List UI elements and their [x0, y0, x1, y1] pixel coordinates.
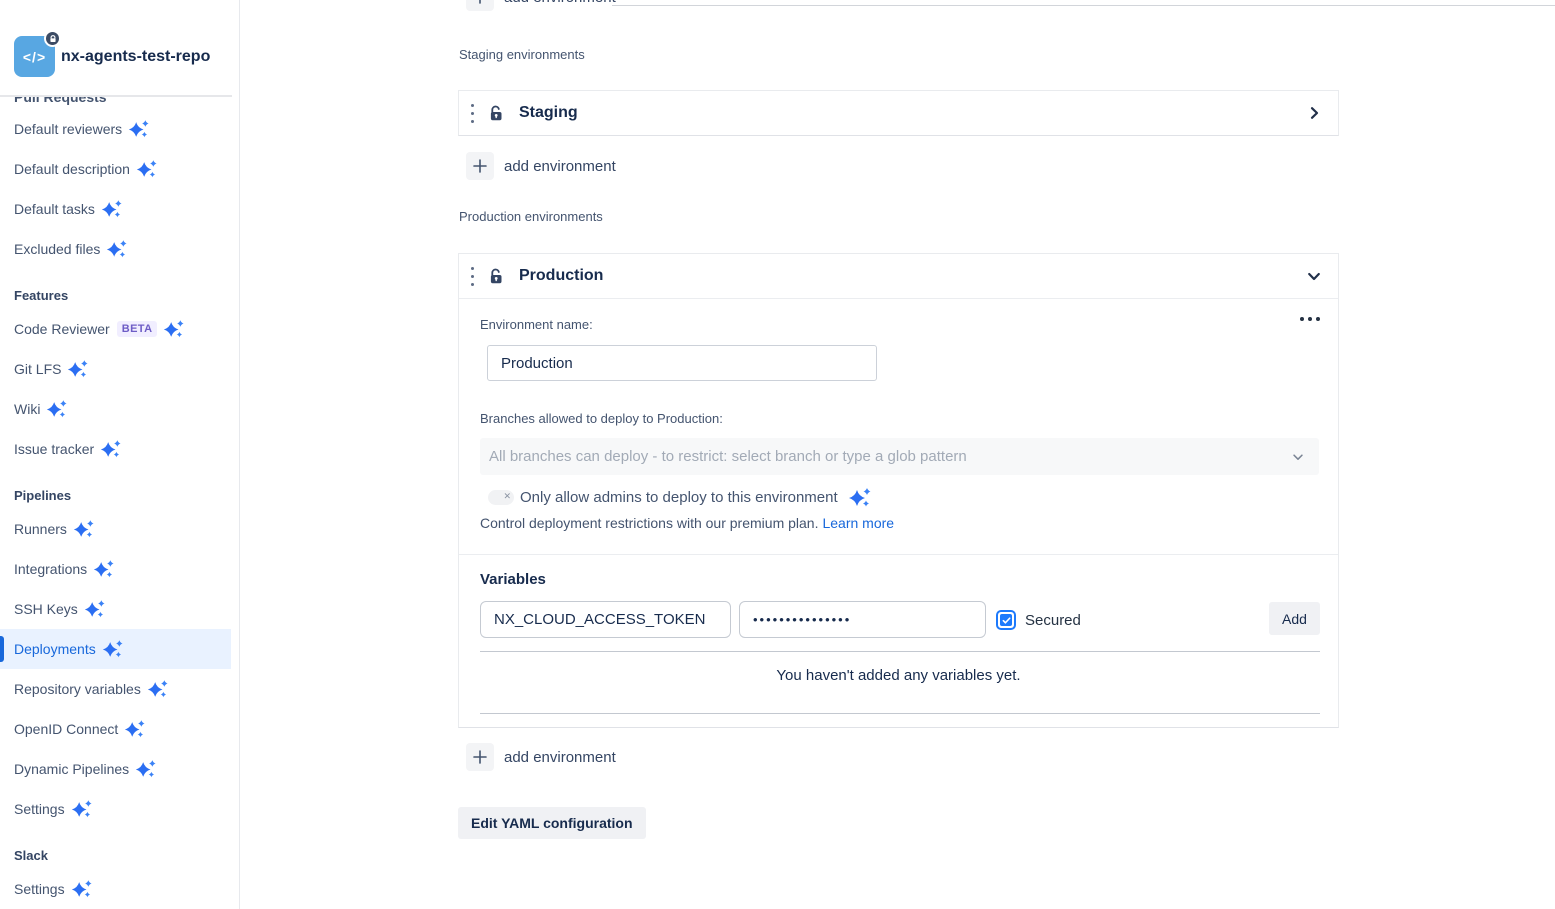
premium-text: Control deployment restrictions with our…	[480, 515, 818, 531]
variables-empty-text: You haven't added any variables yet.	[459, 667, 1338, 684]
checkmark-icon	[1000, 614, 1012, 626]
production-environment-card: Production Environment name: Branches al…	[458, 253, 1339, 728]
plus-icon	[466, 152, 494, 180]
variable-name-input[interactable]	[480, 601, 731, 638]
more-options-icon[interactable]	[1300, 317, 1320, 321]
unlock-icon	[486, 266, 506, 286]
premium-plan-text: Control deployment restrictions with our…	[480, 515, 894, 531]
branch-restriction-select[interactable]: All branches can deploy - to restrict: s…	[480, 438, 1319, 475]
add-environment-label: add environment	[504, 158, 616, 175]
variables-heading: Variables	[480, 571, 546, 588]
sparkle-icon	[847, 487, 871, 508]
page: </> nx-agents-test-repo Pull Requests De…	[0, 0, 1555, 909]
variables-table-divider-top	[480, 651, 1320, 652]
staging-environment-card: Staging	[458, 90, 1339, 136]
variables-table-divider-bottom	[480, 713, 1320, 714]
environment-name-input[interactable]	[487, 345, 877, 381]
add-environment-label: add environment	[504, 0, 616, 6]
admins-only-toggle-row: ✕ Only allow admins to deploy to this en…	[488, 487, 871, 508]
secured-checkbox[interactable]	[996, 610, 1016, 630]
production-card-title: Production	[519, 267, 603, 285]
production-card-body: Environment name: Branches allowed to de…	[459, 298, 1338, 728]
add-environment-button-clipped[interactable]: add environment	[466, 0, 616, 11]
edit-yaml-configuration-button[interactable]: Edit YAML configuration	[458, 807, 646, 839]
chevron-right-icon[interactable]	[1306, 105, 1322, 121]
plus-icon	[466, 743, 494, 771]
add-environment-button-2[interactable]: add environment	[466, 743, 616, 771]
toggle-off-x-icon: ✕	[503, 491, 511, 502]
production-environments-label: Production environments	[459, 209, 603, 224]
staging-environments-label: Staging environments	[459, 47, 585, 62]
variable-value-input[interactable]	[739, 601, 986, 638]
main-content: add environment Staging environments Sta…	[0, 0, 1555, 909]
top-divider	[612, 5, 1555, 6]
staging-card-title: Staging	[519, 104, 578, 122]
unlock-icon	[486, 103, 506, 123]
add-variable-button[interactable]: Add	[1269, 602, 1320, 635]
production-card-header: Production	[459, 254, 1338, 298]
add-environment-label: add environment	[504, 749, 616, 766]
staging-card-header: Staging	[459, 91, 1338, 135]
chevron-down-icon[interactable]	[1306, 268, 1322, 284]
environment-name-label: Environment name:	[480, 317, 593, 332]
admins-only-toggle[interactable]: ✕	[488, 490, 514, 505]
branch-select-placeholder: All branches can deploy - to restrict: s…	[489, 448, 1291, 465]
branches-allowed-label: Branches allowed to deploy to Production…	[480, 411, 723, 426]
drag-handle-icon[interactable]	[471, 104, 474, 123]
drag-handle-icon[interactable]	[471, 267, 474, 286]
add-environment-button[interactable]: add environment	[466, 152, 616, 180]
section-divider	[459, 554, 1338, 555]
plus-icon	[466, 0, 494, 11]
secured-label: Secured	[1025, 612, 1081, 629]
learn-more-link[interactable]: Learn more	[822, 515, 894, 531]
chevron-down-icon	[1291, 450, 1305, 464]
admins-only-label: Only allow admins to deploy to this envi…	[520, 489, 838, 506]
